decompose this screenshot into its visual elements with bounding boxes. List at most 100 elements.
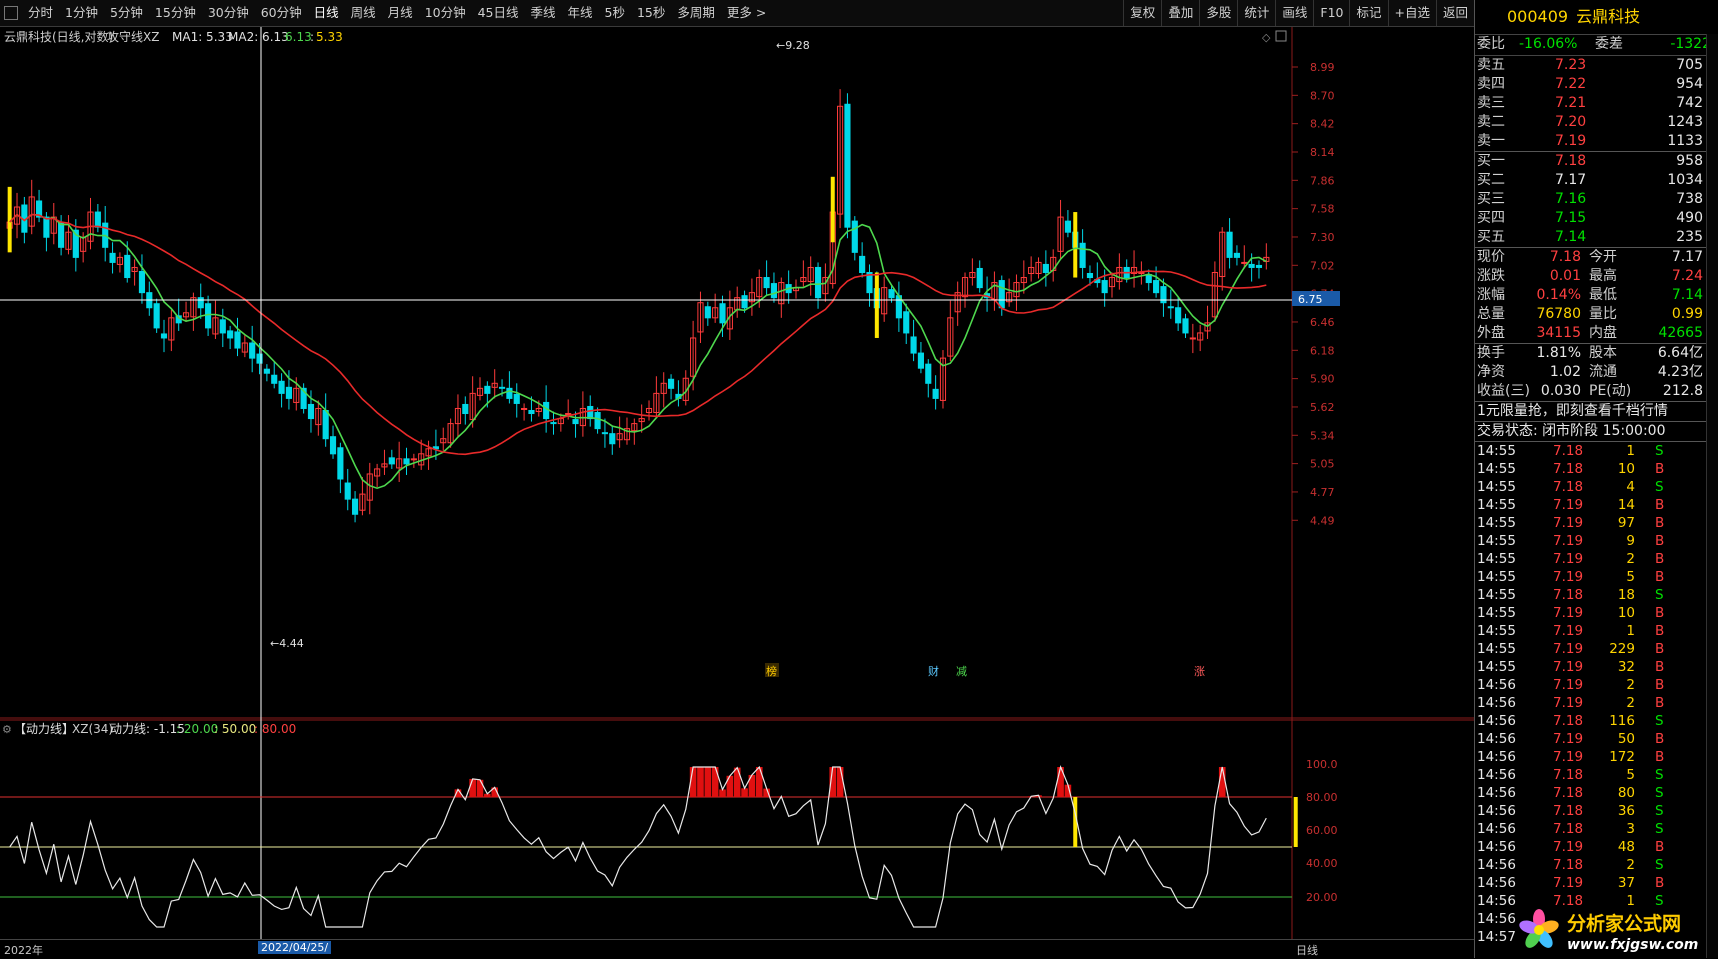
ma-red-line: [9, 213, 1267, 456]
candle: [263, 364, 270, 382]
candle: [1116, 253, 1123, 290]
tick-row: 14:55 7.18 4 S: [1475, 478, 1718, 496]
tick-volume: 10: [1617, 461, 1635, 477]
book-row: 卖三 7.21 742: [1475, 94, 1718, 113]
tool-button-3[interactable]: 统计: [1237, 0, 1275, 26]
momentum-svg[interactable]: 100.0 80.00 60.00 40.00 20.00 ⚙ 【动力线】 XZ(34)…: [0, 719, 1474, 939]
book-price: 7.14: [1555, 229, 1587, 245]
overbought-bar: [469, 778, 476, 797]
sub-y-tick: 100.0: [1306, 758, 1338, 771]
tick-row: 14:56 7.18 116 S: [1475, 712, 1718, 730]
period-tab-7[interactable]: 周线: [345, 2, 382, 24]
order-ratio-row: 委比 -16.06% 委差 -1322: [1475, 35, 1718, 56]
tick-volume: 48: [1617, 839, 1635, 855]
candle: [939, 350, 947, 409]
period-tab-10[interactable]: 45日线: [472, 2, 525, 24]
crosshair-price: 6.75: [1298, 293, 1323, 306]
candle: [675, 380, 682, 407]
tool-button-6[interactable]: 标记: [1349, 0, 1387, 26]
tool-button-1[interactable]: 叠加: [1161, 0, 1199, 26]
kline-chart[interactable]: 8.998.708.428.147.867.587.307.026.746.46…: [0, 27, 1474, 719]
tick-time: 14:56: [1477, 767, 1516, 783]
window-icon[interactable]: [1275, 30, 1287, 42]
tool-button-0[interactable]: 复权: [1123, 0, 1161, 26]
finance-label: 收益(三): [1477, 383, 1530, 399]
candle: [241, 334, 248, 358]
period-tab-8[interactable]: 月线: [382, 2, 419, 24]
tick-time: 14:56: [1477, 911, 1516, 927]
book-volume: 1133: [1667, 133, 1703, 149]
event-marker-bang[interactable]: 榜: [766, 664, 777, 678]
candle: [712, 293, 719, 323]
tick-price: 7.18: [1553, 821, 1584, 837]
candle: [278, 373, 285, 408]
period-tab-13[interactable]: 5秒: [599, 2, 631, 24]
settings-icon[interactable]: ⚙: [2, 723, 12, 736]
candle: [182, 301, 190, 322]
promo-link[interactable]: 1元限量抢，即刻查看千档行情: [1475, 402, 1718, 421]
period-tab-2[interactable]: 5分钟: [104, 2, 149, 24]
tick-price: 7.19: [1553, 497, 1584, 513]
diff-value: -1322: [1670, 36, 1711, 52]
book-row: 买五 7.14 235: [1475, 228, 1718, 247]
tick-direction: B: [1655, 731, 1665, 747]
indicator-title: 【动力线】: [14, 722, 74, 736]
candle: [961, 272, 969, 308]
book-row: 卖二 7.20 1243: [1475, 113, 1718, 132]
tool-button-5[interactable]: F10: [1313, 0, 1349, 26]
period-tab-5[interactable]: 60分钟: [255, 2, 308, 24]
panel-scrollbar[interactable]: [1706, 34, 1718, 958]
candle: [359, 476, 366, 516]
y-tick-label: 8.42: [1310, 118, 1335, 131]
period-tab-12[interactable]: 年线: [562, 2, 599, 24]
quote-label: 外盘: [1477, 325, 1505, 341]
event-marker-jian[interactable]: 减: [956, 665, 967, 678]
candle: [697, 291, 704, 344]
book-row: 买三 7.16 738: [1475, 190, 1718, 209]
tick-time: 14:55: [1477, 587, 1516, 603]
period-tab-14[interactable]: 15秒: [631, 2, 671, 24]
event-marker-cai[interactable]: 财: [928, 664, 939, 678]
candle: [859, 242, 866, 278]
tool-button-2[interactable]: 多股: [1199, 0, 1237, 26]
tick-time: 14:56: [1477, 803, 1516, 819]
period-tab-4[interactable]: 30分钟: [202, 2, 255, 24]
tick-row: 14:55 7.19 5 B: [1475, 568, 1718, 586]
book-price: 7.22: [1555, 76, 1587, 92]
tool-button-8[interactable]: 返回: [1435, 0, 1474, 26]
candle: [932, 375, 939, 410]
event-markers: 榜 财 减 涨: [765, 663, 1205, 678]
period-tab-3[interactable]: 15分钟: [149, 2, 202, 24]
trade-status-text: 交易状态: 闭市阶段 15:00:00: [1477, 423, 1666, 439]
tick-row: 14:55 7.19 10 B: [1475, 604, 1718, 622]
overbought-bar: [836, 767, 844, 797]
candle: [704, 301, 711, 326]
candle: [351, 491, 359, 523]
tick-row: 14:55 7.19 1 B: [1475, 622, 1718, 640]
period-tab-1[interactable]: 1分钟: [59, 2, 104, 24]
quote-value: 7.24: [1671, 268, 1703, 284]
period-tab-16[interactable]: 更多 >: [721, 2, 772, 24]
finance-label: 换手: [1477, 345, 1505, 361]
quote-value: 0.99: [1671, 306, 1703, 322]
period-tab-9[interactable]: 10分钟: [419, 2, 472, 24]
candle: [521, 403, 528, 421]
period-tab-0[interactable]: 分时: [22, 2, 59, 24]
y-tick-label: 8.14: [1310, 146, 1335, 159]
period-tab-15[interactable]: 多周期: [671, 2, 721, 24]
tool-button-4[interactable]: 画线: [1275, 0, 1313, 26]
diamond-icon[interactable]: ◇: [1262, 31, 1271, 44]
momentum-indicator-chart[interactable]: 100.0 80.00 60.00 40.00 20.00 ⚙ 【动力线】 XZ(34)…: [0, 719, 1474, 939]
tick-direction: B: [1655, 839, 1665, 855]
period-tab-6[interactable]: 日线: [308, 2, 345, 24]
kline-svg[interactable]: 8.998.708.428.147.867.587.307.026.746.46…: [0, 27, 1474, 719]
tick-list[interactable]: 14:55 7.18 1 S 14:55 7.18 10 B 14:55 7.18 4 S 14:55 7…: [1475, 442, 1718, 946]
period-tab-11[interactable]: 季线: [525, 2, 562, 24]
candle: [1006, 278, 1013, 307]
event-marker-zhang[interactable]: 涨: [1194, 665, 1205, 678]
tool-button-7[interactable]: +自选: [1387, 0, 1436, 26]
tick-price: 7.19: [1553, 569, 1584, 585]
book-label: 买五: [1477, 229, 1505, 245]
panel-toggle-icon[interactable]: [4, 6, 18, 20]
promo-text[interactable]: 1元限量抢，即刻查看千档行情: [1477, 402, 1668, 421]
